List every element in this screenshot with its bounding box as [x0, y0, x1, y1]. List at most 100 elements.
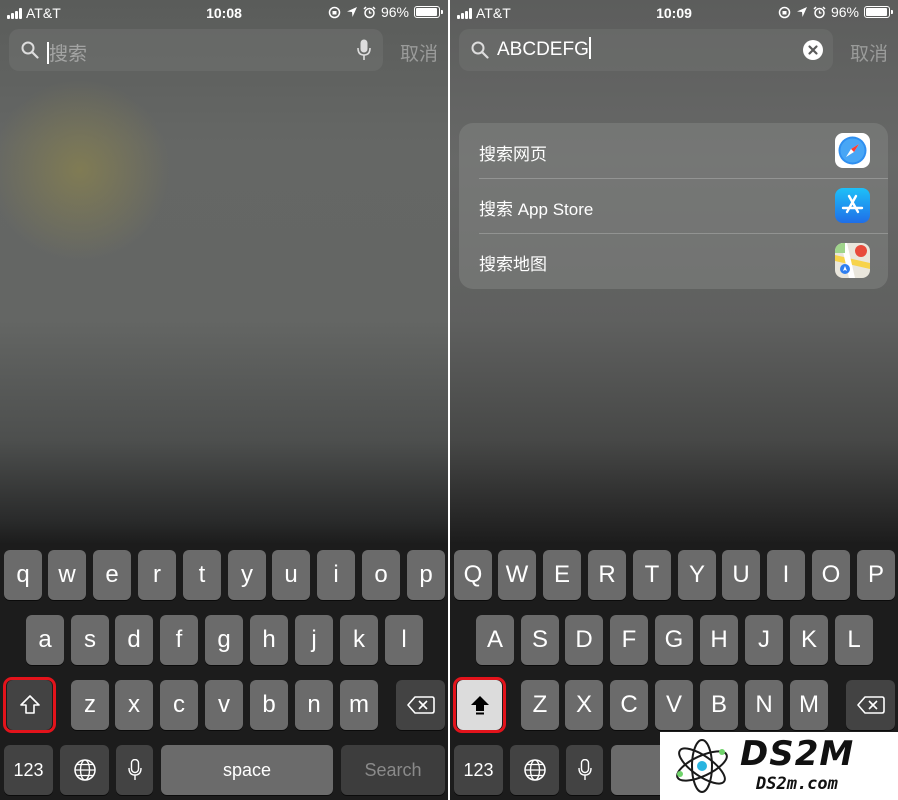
- key-b[interactable]: b: [250, 680, 288, 730]
- key-V[interactable]: V: [655, 680, 693, 730]
- key-t[interactable]: t: [183, 550, 221, 600]
- atom-logo-icon: [676, 739, 728, 793]
- key-J[interactable]: J: [745, 615, 783, 665]
- phone-screen-lowercase: AT&T 10:08 96% 搜索 取消 q w e r t y u i o p: [0, 0, 448, 800]
- delete-key[interactable]: [396, 680, 445, 730]
- key-j[interactable]: j: [295, 615, 333, 665]
- key-h[interactable]: h: [250, 615, 288, 665]
- suggestion-search-app-store[interactable]: 搜索 App Store: [459, 178, 888, 233]
- key-e[interactable]: e: [93, 550, 131, 600]
- search-suggestions: 搜索网页 搜索 App Store 搜索地图: [459, 123, 888, 289]
- screenshot-comparison: AT&T 10:08 96% 搜索 取消 q w e r t y u i o p: [0, 0, 898, 800]
- safari-icon: [835, 133, 870, 168]
- suggestion-search-maps[interactable]: 搜索地图: [459, 233, 888, 288]
- key-M[interactable]: M: [790, 680, 828, 730]
- key-F[interactable]: F: [610, 615, 648, 665]
- key-o[interactable]: o: [362, 550, 400, 600]
- key-Q[interactable]: Q: [454, 550, 492, 600]
- dictation-key[interactable]: [566, 745, 603, 795]
- watermark-site: DS2m.com: [756, 774, 838, 794]
- key-Y[interactable]: Y: [678, 550, 716, 600]
- suggestion-search-web[interactable]: 搜索网页: [459, 123, 888, 178]
- key-r[interactable]: r: [138, 550, 176, 600]
- search-key[interactable]: Search: [341, 745, 445, 795]
- app-store-icon: [835, 188, 870, 223]
- status-bar: AT&T 10:09 96%: [450, 0, 898, 26]
- watermark: DS2M DS2m.com: [660, 732, 898, 800]
- shift-key-highlight: [3, 677, 56, 733]
- backspace-icon: [856, 696, 885, 714]
- key-q[interactable]: q: [4, 550, 42, 600]
- search-text: ABCDEFG: [497, 37, 591, 61]
- search-input[interactable]: 搜索: [9, 29, 383, 71]
- key-n[interactable]: n: [295, 680, 333, 730]
- shift-key-highlight: [453, 677, 506, 733]
- key-v[interactable]: v: [205, 680, 243, 730]
- key-l[interactable]: l: [385, 615, 423, 665]
- key-i[interactable]: i: [317, 550, 355, 600]
- globe-icon: [73, 759, 96, 781]
- key-I[interactable]: I: [767, 550, 805, 600]
- dictation-key[interactable]: [116, 745, 153, 795]
- key-P[interactable]: P: [857, 550, 895, 600]
- key-R[interactable]: R: [588, 550, 626, 600]
- key-C[interactable]: C: [610, 680, 648, 730]
- key-L[interactable]: L: [835, 615, 873, 665]
- space-key[interactable]: space: [161, 745, 333, 795]
- key-z[interactable]: z: [71, 680, 109, 730]
- text-caret: [588, 37, 591, 60]
- status-bar: AT&T 10:08 96%: [0, 0, 448, 26]
- globe-key[interactable]: [60, 745, 109, 795]
- key-y[interactable]: y: [228, 550, 266, 600]
- key-k[interactable]: k: [340, 615, 378, 665]
- key-N[interactable]: N: [745, 680, 783, 730]
- globe-icon: [523, 759, 546, 781]
- alarm-icon: [363, 5, 376, 18]
- numbers-key[interactable]: 123: [4, 745, 53, 795]
- orientation-lock-icon: [778, 6, 791, 18]
- key-x[interactable]: x: [115, 680, 153, 730]
- key-O[interactable]: O: [812, 550, 850, 600]
- maps-icon: [835, 243, 870, 278]
- key-D[interactable]: D: [565, 615, 603, 665]
- key-S[interactable]: S: [521, 615, 559, 665]
- key-U[interactable]: U: [722, 550, 760, 600]
- key-u[interactable]: u: [272, 550, 310, 600]
- key-T[interactable]: T: [633, 550, 671, 600]
- battery-icon: [864, 6, 893, 18]
- key-w[interactable]: w: [48, 550, 86, 600]
- clear-text-button[interactable]: [803, 40, 823, 60]
- key-f[interactable]: f: [160, 615, 198, 665]
- delete-key[interactable]: [846, 680, 895, 730]
- key-W[interactable]: W: [498, 550, 536, 600]
- key-d[interactable]: d: [115, 615, 153, 665]
- cancel-button[interactable]: 取消: [850, 39, 888, 66]
- key-m[interactable]: m: [340, 680, 378, 730]
- microphone-icon[interactable]: [357, 39, 371, 61]
- key-K[interactable]: K: [790, 615, 828, 665]
- search-icon: [21, 41, 39, 59]
- key-A[interactable]: A: [476, 615, 514, 665]
- microphone-icon: [577, 759, 592, 780]
- search-input[interactable]: ABCDEFG: [459, 29, 833, 71]
- battery-percent: 96%: [380, 4, 409, 20]
- cancel-button[interactable]: 取消: [400, 39, 438, 66]
- key-X[interactable]: X: [565, 680, 603, 730]
- key-Z[interactable]: Z: [521, 680, 559, 730]
- key-p[interactable]: p: [407, 550, 445, 600]
- key-s[interactable]: s: [71, 615, 109, 665]
- key-a[interactable]: a: [26, 615, 64, 665]
- search-text: 搜索: [47, 39, 87, 66]
- key-c[interactable]: c: [160, 680, 198, 730]
- key-G[interactable]: G: [655, 615, 693, 665]
- key-E[interactable]: E: [543, 550, 581, 600]
- key-H[interactable]: H: [700, 615, 738, 665]
- search-icon: [471, 41, 489, 59]
- search-value: ABCDEFG: [497, 39, 589, 60]
- phone-screen-uppercase: AT&T 10:09 96% ABCDEFG 取消 搜索网页 搜索 App St…: [450, 0, 898, 800]
- key-B[interactable]: B: [700, 680, 738, 730]
- status-right: 96%: [328, 4, 443, 20]
- key-g[interactable]: g: [205, 615, 243, 665]
- numbers-key[interactable]: 123: [454, 745, 503, 795]
- globe-key[interactable]: [510, 745, 559, 795]
